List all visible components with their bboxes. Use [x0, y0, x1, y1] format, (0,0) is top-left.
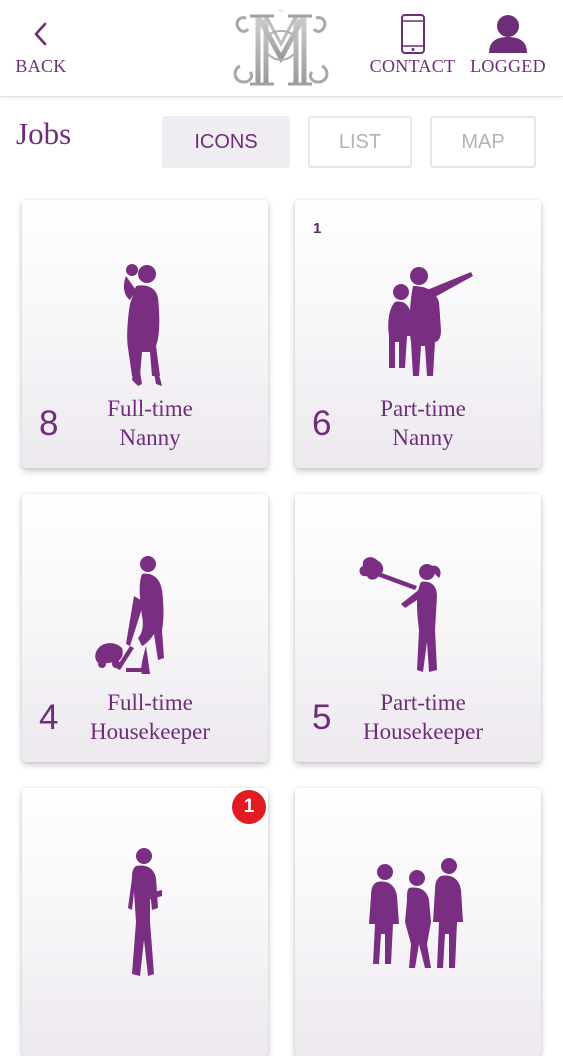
chevron-left-icon — [6, 12, 76, 56]
job-type-line: Full-time — [107, 690, 193, 715]
job-role-line: Nanny — [119, 425, 181, 450]
monogram-logo: M — [228, 4, 334, 90]
job-count: 8 — [39, 404, 59, 443]
back-button[interactable]: BACK — [6, 0, 76, 96]
housekeeper-vacuum-icon — [70, 550, 220, 690]
job-category-card-business-team[interactable] — [295, 788, 541, 1056]
user-icon — [462, 12, 554, 56]
nanny-pointing-with-child-icon — [343, 256, 493, 396]
job-category-card-parttime-housekeeper[interactable]: 5 Part-time Housekeeper — [295, 494, 541, 762]
businesswoman-icon — [70, 844, 220, 984]
job-type-line: Part-time — [380, 690, 466, 715]
account-button[interactable]: LOGGED — [462, 0, 554, 96]
business-team-icon — [343, 844, 493, 984]
job-count: 5 — [312, 698, 332, 737]
logged-label: LOGGED — [470, 56, 546, 76]
housekeeper-duster-icon — [343, 550, 493, 690]
page-title: Jobs — [16, 116, 72, 151]
job-category-card-parttime-nanny[interactable]: 1 6 Part-time Nanny — [295, 200, 541, 468]
job-count: 6 — [312, 404, 332, 443]
svg-text:M: M — [279, 8, 283, 13]
job-category-label: Full-time Nanny — [72, 394, 228, 452]
app-header: BACK M CONTACT LOGGED — [0, 0, 563, 97]
job-role-line: Housekeeper — [89, 719, 211, 744]
notification-badge: 1 — [232, 790, 266, 824]
small-count: 1 — [313, 220, 322, 237]
job-role-line: Nanny — [392, 425, 454, 450]
back-label: BACK — [15, 56, 67, 76]
job-category-card-fulltime-nanny[interactable]: 8 Full-time Nanny — [22, 200, 268, 468]
tab-list[interactable]: LIST — [308, 116, 412, 168]
phone-icon — [365, 12, 460, 56]
contact-button[interactable]: CONTACT — [365, 0, 460, 96]
job-role-line: Housekeeper — [362, 719, 484, 744]
job-category-label: Part-time Housekeeper — [345, 688, 501, 746]
job-category-label: Part-time Nanny — [345, 394, 501, 452]
job-category-card-businesswoman[interactable]: 1 — [22, 788, 268, 1056]
job-type-line: Full-time — [107, 396, 193, 421]
tab-map[interactable]: MAP — [430, 116, 536, 168]
job-count: 4 — [39, 698, 59, 737]
tab-icons[interactable]: ICONS — [162, 116, 290, 168]
job-category-card-fulltime-housekeeper[interactable]: 4 Full-time Housekeeper — [22, 494, 268, 762]
job-type-line: Part-time — [380, 396, 466, 421]
job-category-label: Full-time Housekeeper — [72, 688, 228, 746]
nanny-holding-child-icon — [70, 256, 220, 396]
contact-label: CONTACT — [369, 56, 456, 76]
